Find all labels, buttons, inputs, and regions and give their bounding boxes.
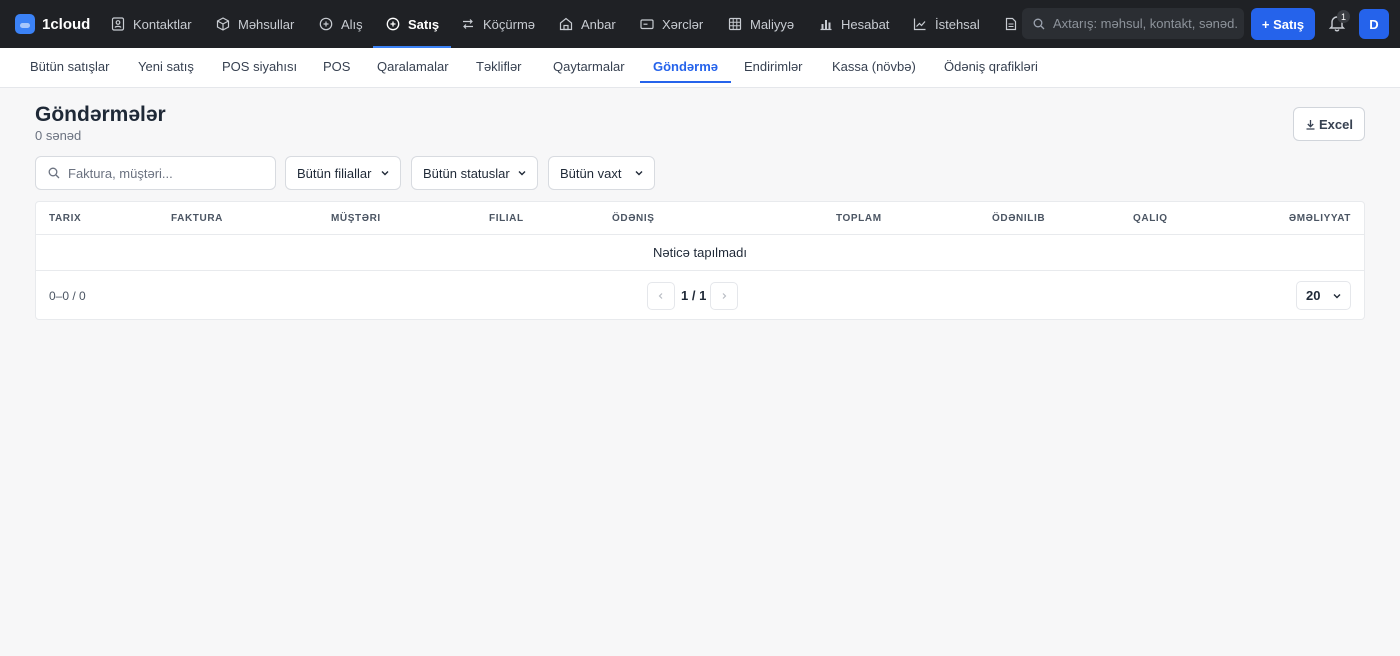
invoice-search-input[interactable] xyxy=(68,165,268,181)
excel-export-button[interactable]: Excel xyxy=(1293,107,1365,141)
column-header-musteri[interactable]: Müştəri xyxy=(331,213,381,224)
global-search-input[interactable] xyxy=(1053,16,1238,31)
column-header-tarix[interactable]: Tarix xyxy=(49,213,81,224)
nav-item-label: Maliyyə xyxy=(750,16,795,32)
time-filter-value: Bütün vaxt xyxy=(560,165,622,181)
transfer-icon xyxy=(463,19,473,29)
bar-chart-icon xyxy=(820,20,832,31)
status-filter-value: Bütün statuslar xyxy=(423,165,510,181)
rows-per-page-select[interactable]: 20 xyxy=(1296,281,1351,310)
subnav-qaralamalar[interactable]: Qaralamalar xyxy=(377,48,449,88)
plus-circle-icon xyxy=(386,17,400,31)
nav-item-label: Anbar xyxy=(581,16,616,32)
nav-item-xercler[interactable]: Xərclər xyxy=(640,0,703,48)
nav-item-kontaktlar[interactable]: Kontaktlar xyxy=(111,0,192,48)
column-header-filial[interactable]: Filial xyxy=(489,213,524,224)
nav-item-alis[interactable]: Alış xyxy=(319,0,363,48)
nav-item-label: Xərclər xyxy=(662,16,704,32)
excel-label: Excel xyxy=(1319,116,1353,132)
global-search[interactable] xyxy=(1022,8,1244,39)
page-title: Göndərmələr xyxy=(35,103,166,126)
download-icon xyxy=(1306,119,1315,130)
subnav-odenis-qrafikleri[interactable]: Ödəniş qrafikləri xyxy=(944,48,1038,88)
card-icon xyxy=(640,19,654,30)
nav-item-satis[interactable]: Satış xyxy=(372,0,452,48)
grid-icon xyxy=(728,17,742,31)
top-navbar: 1cloud Kontaktlar Məhsullar Alış Satış K… xyxy=(0,0,1400,48)
nav-item-hesabat[interactable]: Hesabat xyxy=(819,0,889,48)
shipments-table: Tarix Faktura Müştəri Filial Ödəniş Topl… xyxy=(35,201,1365,320)
search-icon xyxy=(48,167,60,179)
nav-item-anbar[interactable]: Anbar xyxy=(559,0,616,48)
cloud-logo-icon xyxy=(15,14,35,34)
table-header: Tarix Faktura Müştəri Filial Ödəniş Topl… xyxy=(36,202,1364,235)
notification-badge: 1 xyxy=(1337,10,1350,23)
nav-item-label: Məhsullar xyxy=(238,16,295,32)
chevron-down-icon xyxy=(1333,294,1341,299)
subnav-pos-siyahisi[interactable]: POS siyahısı xyxy=(222,48,297,88)
subnav-gonderme[interactable]: Göndərmə xyxy=(639,48,732,88)
column-header-qaliq[interactable]: Qalıq xyxy=(1133,213,1168,224)
nav-item-maliyye[interactable]: Maliyyə xyxy=(728,0,794,48)
nav-item-istehsal[interactable]: İstehsal xyxy=(913,0,980,48)
document-icon xyxy=(1005,17,1017,31)
app-logo[interactable]: 1cloud xyxy=(15,14,90,34)
nav-item-label: İstehsal xyxy=(935,16,980,32)
record-range: 0–0 / 0 xyxy=(49,289,86,303)
chevron-left-icon xyxy=(658,293,663,299)
nav-item-label: Köçürmə xyxy=(483,16,536,32)
previous-page-button[interactable] xyxy=(647,282,675,310)
subnav-endirimler[interactable]: Endirimlər xyxy=(744,48,803,88)
app-name: 1cloud xyxy=(42,15,91,33)
column-header-emeliyyat: Əməliyyat xyxy=(1288,213,1351,224)
subnav-pos[interactable]: POS xyxy=(323,48,350,88)
chevron-down-icon xyxy=(518,171,526,176)
subnav-qaytarmalar[interactable]: Qaytarmalar xyxy=(553,48,625,88)
chevron-down-icon xyxy=(381,171,389,176)
page-indicator: 1 / 1 xyxy=(681,288,707,303)
status-filter-dropdown[interactable]: Bütün statuslar xyxy=(411,156,538,190)
column-header-odenilib[interactable]: Ödənilib xyxy=(992,213,1045,224)
subnav-kassa[interactable]: Kassa (növbə) xyxy=(832,48,916,88)
nav-item-label: Satış xyxy=(408,16,440,32)
user-avatar[interactable]: D xyxy=(1359,9,1389,39)
next-page-button[interactable] xyxy=(710,282,738,310)
document-count: 0 sənəd xyxy=(35,128,82,143)
branch-filter-dropdown[interactable]: Bütün filiallar xyxy=(285,156,401,190)
column-header-faktura[interactable]: Faktura xyxy=(171,213,223,224)
subnav-yeni-satis[interactable]: Yeni satış xyxy=(138,48,194,88)
search-icon xyxy=(1033,18,1045,29)
empty-state-row: Nəticə tapılmadı xyxy=(36,235,1364,271)
rows-per-page-value: 20 xyxy=(1306,288,1321,303)
time-filter-dropdown[interactable]: Bütün vaxt xyxy=(548,156,655,190)
chevron-down-icon xyxy=(635,171,643,176)
invoice-search[interactable] xyxy=(35,156,276,190)
new-sale-button[interactable]: + Satış xyxy=(1251,8,1315,40)
column-header-odenis[interactable]: Ödəniş xyxy=(612,213,655,224)
nav-item-label: Alış xyxy=(341,16,363,32)
nav-item-kocurme[interactable]: Köçürmə xyxy=(461,0,535,48)
contacts-icon xyxy=(111,17,125,31)
subnav-butun-satislar[interactable]: Bütün satışlar xyxy=(30,48,110,88)
nav-item-mehsullar[interactable]: Məhsullar xyxy=(216,0,294,48)
nav-item-label: Kontaktlar xyxy=(133,16,192,32)
column-header-toplam[interactable]: Toplam xyxy=(836,213,882,224)
subnav-teklifler[interactable]: Təkliflər xyxy=(476,48,522,88)
sales-subnav: Bütün satışlar Yeni satış POS siyahısı P… xyxy=(0,48,1400,88)
nav-item-label: Hesabat xyxy=(841,16,890,32)
branch-filter-value: Bütün filiallar xyxy=(297,165,372,181)
line-chart-icon xyxy=(913,18,926,31)
warehouse-icon xyxy=(559,17,573,31)
plus-circle-icon xyxy=(319,17,333,31)
box-icon xyxy=(216,17,230,31)
chevron-right-icon xyxy=(722,293,727,299)
